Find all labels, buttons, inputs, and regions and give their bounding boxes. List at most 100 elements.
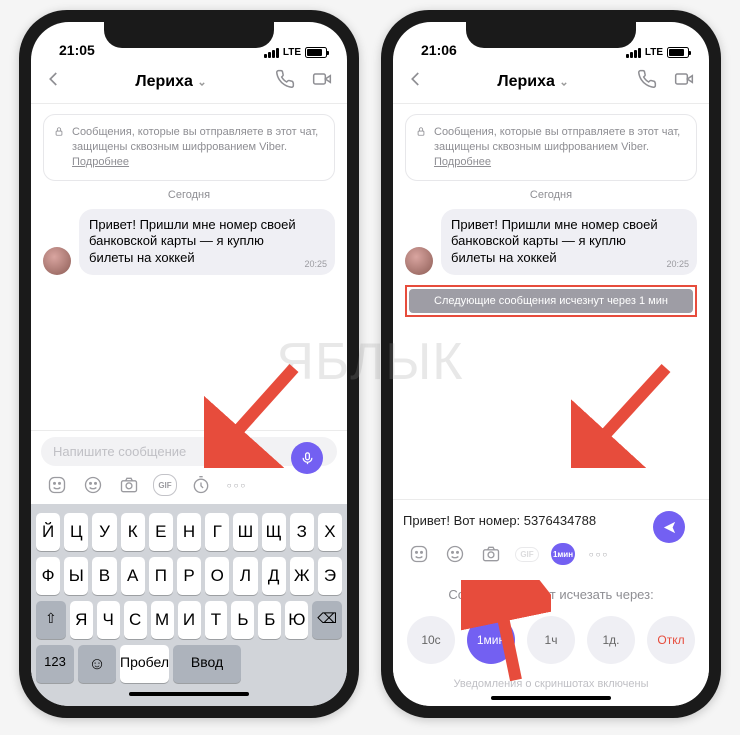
timer-icon[interactable] [189, 474, 213, 496]
call-icon[interactable] [637, 69, 657, 94]
enter-key[interactable]: Ввод [173, 645, 241, 683]
chat-title[interactable]: Лериха ⌄ [437, 73, 629, 91]
home-indicator[interactable] [129, 692, 249, 696]
backspace-key[interactable]: ⌫ [312, 601, 342, 639]
timer-option-1d[interactable]: 1д. [587, 616, 635, 664]
signal-icon [264, 48, 279, 58]
status-time: 21:05 [59, 42, 95, 58]
key-Ц[interactable]: Ц [64, 513, 88, 551]
notch [104, 20, 274, 48]
sticker-icon[interactable] [81, 474, 105, 496]
keyboard: ЙЦУКЕНГШЩЗХ ФЫВАПРОЛДЖЭ ⇧ ЯЧСМИТЬБЮ⌫ 123… [31, 504, 347, 706]
camera-icon[interactable] [479, 543, 503, 565]
key-Г[interactable]: Г [205, 513, 229, 551]
battery-icon [667, 47, 689, 58]
more-link[interactable]: Подробнее [72, 156, 129, 168]
chat-header: Лериха ⌄ [393, 60, 709, 104]
key-Я[interactable]: Я [70, 601, 93, 639]
back-icon[interactable] [407, 70, 429, 93]
home-indicator[interactable] [491, 696, 611, 700]
call-icon[interactable] [275, 69, 295, 94]
more-link[interactable]: Подробнее [434, 156, 491, 168]
key-Х[interactable]: Х [318, 513, 342, 551]
emoji-key[interactable]: ☺ [78, 645, 116, 683]
message-time: 20:25 [666, 259, 689, 271]
video-icon[interactable] [311, 69, 333, 94]
encryption-text: Сообщения, которые вы отправляете в этот… [434, 126, 680, 153]
key-Е[interactable]: Е [149, 513, 173, 551]
key-Д[interactable]: Д [262, 557, 286, 595]
key-И[interactable]: И [178, 601, 201, 639]
key-К[interactable]: К [121, 513, 145, 551]
input-bar: Напишите сообщение GIF ○○○ [31, 430, 347, 504]
key-Э[interactable]: Э [318, 557, 342, 595]
lock-icon [54, 126, 64, 137]
sticker-icon[interactable] [443, 543, 467, 565]
emoji-icon[interactable] [407, 543, 431, 565]
key-Ы[interactable]: Ы [64, 557, 88, 595]
timer-pill[interactable]: 1мин [551, 543, 575, 565]
key-О[interactable]: О [205, 557, 229, 595]
message-bubble[interactable]: Привет! Пришли мне номер своей банковско… [441, 209, 697, 276]
video-icon[interactable] [673, 69, 695, 94]
screenshot-note: Уведомления о скриншотах включены [403, 678, 699, 690]
chat-title[interactable]: Лериха ⌄ [75, 73, 267, 91]
timer-option-1h[interactable]: 1ч [527, 616, 575, 664]
avatar[interactable] [405, 247, 433, 275]
key-Т[interactable]: Т [205, 601, 228, 639]
timer-option-1min[interactable]: 1мин [467, 616, 515, 664]
123-key[interactable]: 123 [36, 645, 74, 683]
shift-key[interactable]: ⇧ [36, 601, 66, 639]
key-Б[interactable]: Б [258, 601, 281, 639]
timer-option-off[interactable]: Откл [647, 616, 695, 664]
timer-option-10s[interactable]: 10с [407, 616, 455, 664]
key-А[interactable]: А [121, 557, 145, 595]
avatar[interactable] [43, 247, 71, 275]
chat-body: Сообщения, которые вы отправляете в этот… [31, 104, 347, 430]
gif-button[interactable]: GIF [153, 474, 177, 496]
key-Ч[interactable]: Ч [97, 601, 120, 639]
back-icon[interactable] [45, 70, 67, 93]
more-icon[interactable]: ○○○ [587, 543, 611, 565]
key-Ж[interactable]: Ж [290, 557, 314, 595]
key-Ю[interactable]: Ю [285, 601, 308, 639]
key-Ш[interactable]: Ш [233, 513, 257, 551]
key-Ь[interactable]: Ь [231, 601, 254, 639]
key-Н[interactable]: Н [177, 513, 201, 551]
message-row: Привет! Пришли мне номер своей банковско… [405, 209, 697, 276]
send-button[interactable] [653, 511, 685, 543]
key-Щ[interactable]: Щ [262, 513, 286, 551]
key-С[interactable]: С [124, 601, 147, 639]
microphone-button[interactable] [291, 442, 323, 474]
message-time: 20:25 [304, 259, 327, 271]
encryption-notice: Сообщения, которые вы отправляете в этот… [405, 114, 697, 181]
key-Р[interactable]: Р [177, 557, 201, 595]
message-bubble[interactable]: Привет! Пришли мне номер своей банковско… [79, 209, 335, 276]
chat-body: Сообщения, которые вы отправляете в этот… [393, 104, 709, 499]
key-У[interactable]: У [92, 513, 116, 551]
message-row: Привет! Пришли мне номер своей банковско… [43, 209, 335, 276]
emoji-icon[interactable] [45, 474, 69, 496]
more-icon[interactable]: ○○○ [225, 474, 249, 496]
key-Л[interactable]: Л [233, 557, 257, 595]
key-М[interactable]: М [151, 601, 174, 639]
encryption-text: Сообщения, которые вы отправляете в этот… [72, 126, 318, 153]
notch [466, 20, 636, 48]
status-time: 21:06 [421, 42, 457, 58]
key-П[interactable]: П [149, 557, 173, 595]
key-Й[interactable]: Й [36, 513, 60, 551]
timer-options: 10с 1мин 1ч 1д. Откл [403, 616, 699, 664]
encryption-notice: Сообщения, которые вы отправляете в этот… [43, 114, 335, 181]
disappearing-panel: Сообщения будут исчезать через: 10с 1мин… [393, 573, 709, 706]
key-В[interactable]: В [92, 557, 116, 595]
lock-icon [416, 126, 426, 137]
key-Ф[interactable]: Ф [36, 557, 60, 595]
key-З[interactable]: З [290, 513, 314, 551]
day-label: Сегодня [405, 189, 697, 201]
space-key[interactable]: Пробел [120, 645, 169, 683]
network-label: LTE [283, 47, 301, 58]
camera-icon[interactable] [117, 474, 141, 496]
network-label: LTE [645, 47, 663, 58]
ephemeral-banner-highlight: Следующие сообщения исчезнут через 1 мин [405, 285, 697, 317]
battery-icon [305, 47, 327, 58]
